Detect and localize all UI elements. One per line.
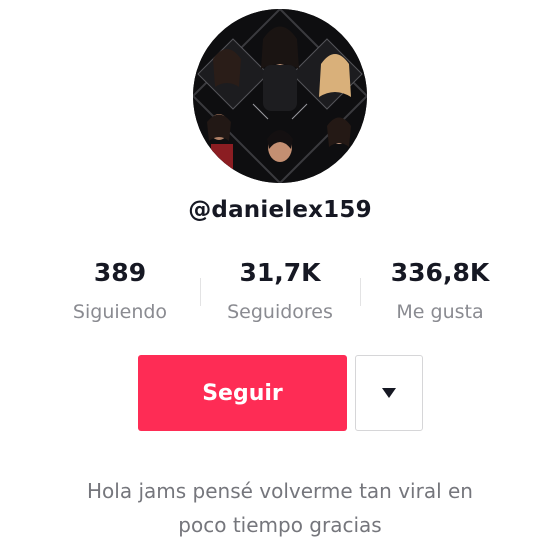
stat-followers-label: Seguidores: [227, 301, 333, 323]
avatar-image: [193, 9, 367, 183]
stat-likes-label: Me gusta: [396, 301, 484, 323]
stat-following-value: 389: [93, 258, 147, 287]
more-options-button[interactable]: [355, 355, 423, 431]
stat-followers-value: 31,7K: [239, 258, 321, 287]
bio-line: Hola jams pensé volverme tan viral en: [87, 479, 473, 503]
stat-likes: 336,8K Me gusta: [360, 255, 520, 325]
profile-bio: Hola jams pensé volverme tan viral en po…: [40, 474, 520, 542]
stat-followers[interactable]: 31,7K Seguidores: [200, 255, 360, 325]
stat-likes-value: 336,8K: [390, 258, 490, 287]
profile-username: @danielex159: [188, 197, 372, 223]
follow-button[interactable]: Seguir: [138, 355, 347, 431]
caret-down-icon: [382, 388, 396, 398]
profile-avatar[interactable]: [193, 9, 367, 183]
stat-following[interactable]: 389 Siguiendo: [40, 255, 200, 325]
bio-line: poco tiempo gracias: [178, 513, 382, 537]
stat-following-label: Siguiendo: [72, 301, 168, 323]
profile-stats: 389 Siguiendo 31,7K Seguidores 336,8K Me…: [40, 255, 520, 335]
